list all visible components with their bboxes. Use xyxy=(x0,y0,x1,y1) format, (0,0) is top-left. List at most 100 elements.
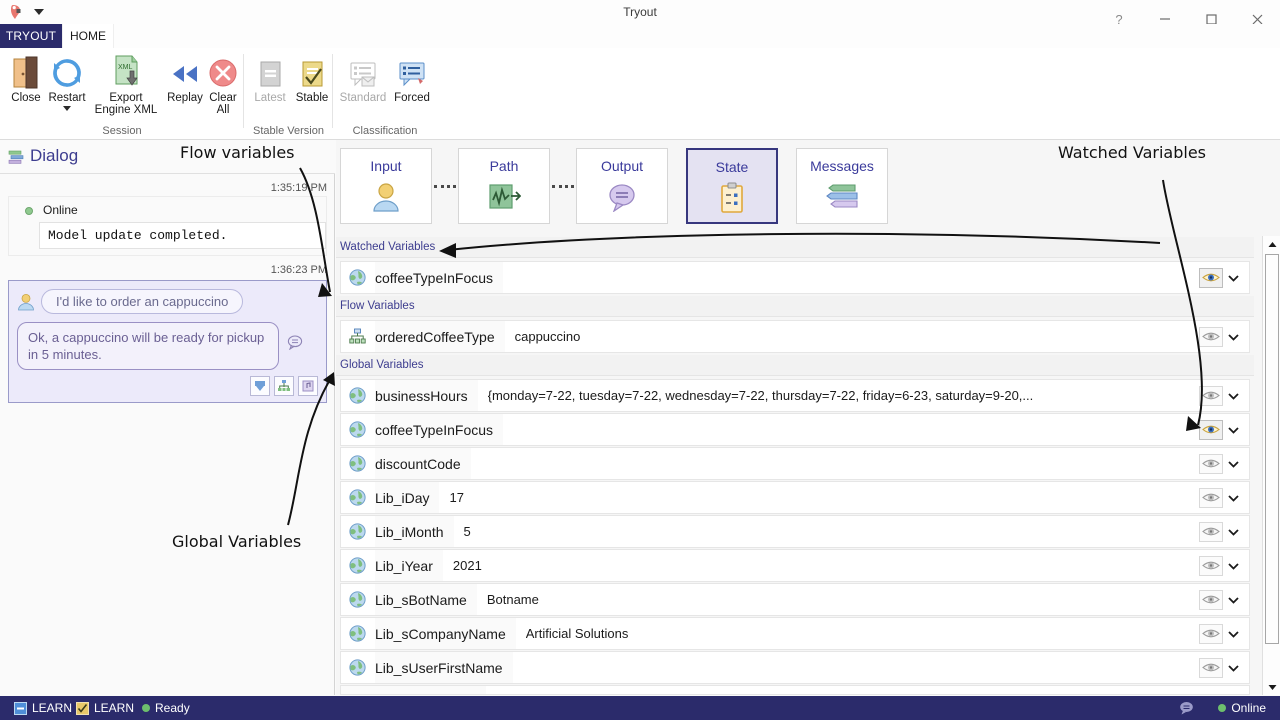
ribbon-button-forced-label: Forced xyxy=(394,92,430,104)
chevron-down-icon[interactable] xyxy=(1223,420,1243,440)
download-icon[interactable] xyxy=(250,376,270,396)
ribbon-tab-strip: TRYOUT HOME xyxy=(0,24,1280,48)
state-scrollbar[interactable] xyxy=(1262,236,1280,695)
scrollbar-thumb[interactable] xyxy=(1265,254,1279,644)
dialog-chat-log[interactable]: 1:35:19 PM Online Model update completed… xyxy=(0,174,335,594)
ribbon-tab-tryout[interactable]: TRYOUT xyxy=(0,24,62,48)
ribbon-button-latest[interactable]: Latest xyxy=(247,52,293,124)
ribbon-tab-home[interactable]: HOME xyxy=(62,24,114,48)
ribbon-group-classification: Standard Forced Classification xyxy=(333,48,437,140)
table-row[interactable]: discountCode xyxy=(340,447,1250,480)
status-learn-gold[interactable]: LEARN xyxy=(76,696,134,720)
ribbon-button-close[interactable]: Close xyxy=(3,52,49,124)
status-learn-gold-label: LEARN xyxy=(94,701,134,715)
table-row[interactable]: Lib_iYear2021 xyxy=(340,549,1250,582)
status-learn-blue[interactable]: LEARN xyxy=(14,696,72,720)
variable-name: orderedCoffeeType xyxy=(375,321,505,352)
globe-icon xyxy=(349,455,366,472)
watch-toggle-button[interactable] xyxy=(1199,522,1223,542)
globe-icon xyxy=(349,269,366,286)
watch-toggle-button[interactable] xyxy=(1199,420,1223,440)
chevron-down-icon[interactable] xyxy=(1223,556,1243,576)
scroll-up-icon xyxy=(1268,241,1277,248)
table-row[interactable]: Lib_iDay17 xyxy=(340,481,1250,514)
state-tab-path[interactable]: Path xyxy=(458,148,550,224)
table-row[interactable]: Lib_sBotNameBotname xyxy=(340,583,1250,616)
ribbon-button-stable[interactable]: Stable xyxy=(289,52,335,124)
globe-icon xyxy=(349,387,366,404)
state-tab-messages[interactable]: Messages xyxy=(796,148,888,224)
watch-toggle-button[interactable] xyxy=(1199,386,1223,406)
table-row[interactable]: coffeeTypeInFocus xyxy=(340,261,1250,294)
table-row[interactable]: coffeeTypeInFocus xyxy=(340,413,1250,446)
status-bar: LEARN LEARN Ready Online xyxy=(0,696,1280,720)
scroll-up-button[interactable] xyxy=(1264,236,1280,252)
dialog-bot-row: Ok, a cappuccino will be ready for picku… xyxy=(17,314,318,370)
dialog-system-status-label: Online xyxy=(43,201,318,217)
tryout-window: Tryout ? TRYOUT HOME xyxy=(0,0,1280,720)
watch-toggle-button[interactable] xyxy=(1199,624,1223,644)
ribbon-button-restart[interactable]: Restart xyxy=(44,52,90,124)
table-row[interactable]: orderedCoffeeType cappuccino xyxy=(340,320,1250,353)
ribbon-button-export-engine-xml[interactable]: XML Export Engine XML xyxy=(88,52,164,124)
status-dot-icon xyxy=(25,207,33,215)
chevron-down-icon[interactable] xyxy=(1223,658,1243,678)
xml-export-icon: XML xyxy=(108,52,144,90)
table-row[interactable]: Lib_sUserFirstName xyxy=(340,651,1250,684)
variable-name: Lib_iMonth xyxy=(375,516,454,547)
ribbon-button-export-label-line2: Engine XML xyxy=(95,104,158,116)
note-icon[interactable] xyxy=(298,376,318,396)
watch-toggle-button[interactable] xyxy=(1199,658,1223,678)
chat-bubble-icon[interactable] xyxy=(287,334,303,350)
eye-icon xyxy=(1202,559,1220,572)
variable-value: 17 xyxy=(449,490,1199,505)
state-tab-input[interactable]: Input xyxy=(340,148,432,224)
watch-toggle-button[interactable] xyxy=(1199,268,1223,288)
watch-toggle-button[interactable] xyxy=(1199,488,1223,508)
row-actions xyxy=(1199,658,1249,678)
table-row[interactable]: Lib_sCompanyNameArtificial Solutions xyxy=(340,617,1250,650)
status-ready-label: Ready xyxy=(155,701,190,715)
ribbon-group-stable-version-label: Stable Version xyxy=(244,125,333,137)
chevron-down-icon[interactable] xyxy=(1223,454,1243,474)
eye-icon xyxy=(1202,271,1220,284)
status-ready: Ready xyxy=(142,696,190,720)
chevron-down-icon[interactable] xyxy=(1223,268,1243,288)
state-panel: Input Path xyxy=(336,140,1280,695)
chevron-down-icon[interactable] xyxy=(1223,624,1243,644)
state-tab-path-label: Path xyxy=(490,158,519,174)
chevron-down-icon[interactable] xyxy=(1223,327,1243,347)
watch-toggle-button[interactable] xyxy=(1199,590,1223,610)
globe-icon xyxy=(349,659,366,676)
variable-name: Lib_sBotName xyxy=(375,584,477,615)
variable-name: businessHours xyxy=(375,380,478,411)
ribbon-button-forced[interactable]: Forced xyxy=(389,52,435,124)
table-row[interactable]: Lib_iMonth5 xyxy=(340,515,1250,548)
row-actions xyxy=(1199,488,1249,508)
title-bar: Tryout ? xyxy=(0,0,1280,24)
status-chat-button[interactable] xyxy=(1179,696,1194,720)
ribbon-button-clear-all-label-line2: All xyxy=(217,104,230,116)
state-tab-state[interactable]: State xyxy=(686,148,778,224)
ribbon-button-clear-all[interactable]: Clear All xyxy=(200,52,246,124)
restart-chevron-down-icon[interactable] xyxy=(62,105,72,112)
watch-toggle-button[interactable] xyxy=(1199,556,1223,576)
scroll-down-button[interactable] xyxy=(1264,679,1280,695)
watch-toggle-button[interactable] xyxy=(1199,327,1223,347)
ribbon-button-standard[interactable]: Standard xyxy=(337,52,389,124)
globe-icon xyxy=(349,591,366,608)
watch-toggle-button[interactable] xyxy=(1199,454,1223,474)
learn-blue-icon xyxy=(14,702,27,715)
flow-icon[interactable] xyxy=(274,376,294,396)
dialog-turn[interactable]: I'd like to order an cappuccino Ok, a ca… xyxy=(8,280,327,403)
state-tab-output[interactable]: Output xyxy=(576,148,668,224)
table-row[interactable] xyxy=(340,685,1250,695)
row-actions xyxy=(1199,268,1249,288)
table-row[interactable]: businessHours{monday=7-22, tuesday=7-22,… xyxy=(340,379,1250,412)
chevron-down-icon[interactable] xyxy=(1223,590,1243,610)
ribbon: Close Restart xyxy=(0,48,1280,140)
chevron-down-icon[interactable] xyxy=(1223,386,1243,406)
chevron-down-icon[interactable] xyxy=(1223,488,1243,508)
chevron-down-icon[interactable] xyxy=(1223,522,1243,542)
row-actions xyxy=(1199,590,1249,610)
